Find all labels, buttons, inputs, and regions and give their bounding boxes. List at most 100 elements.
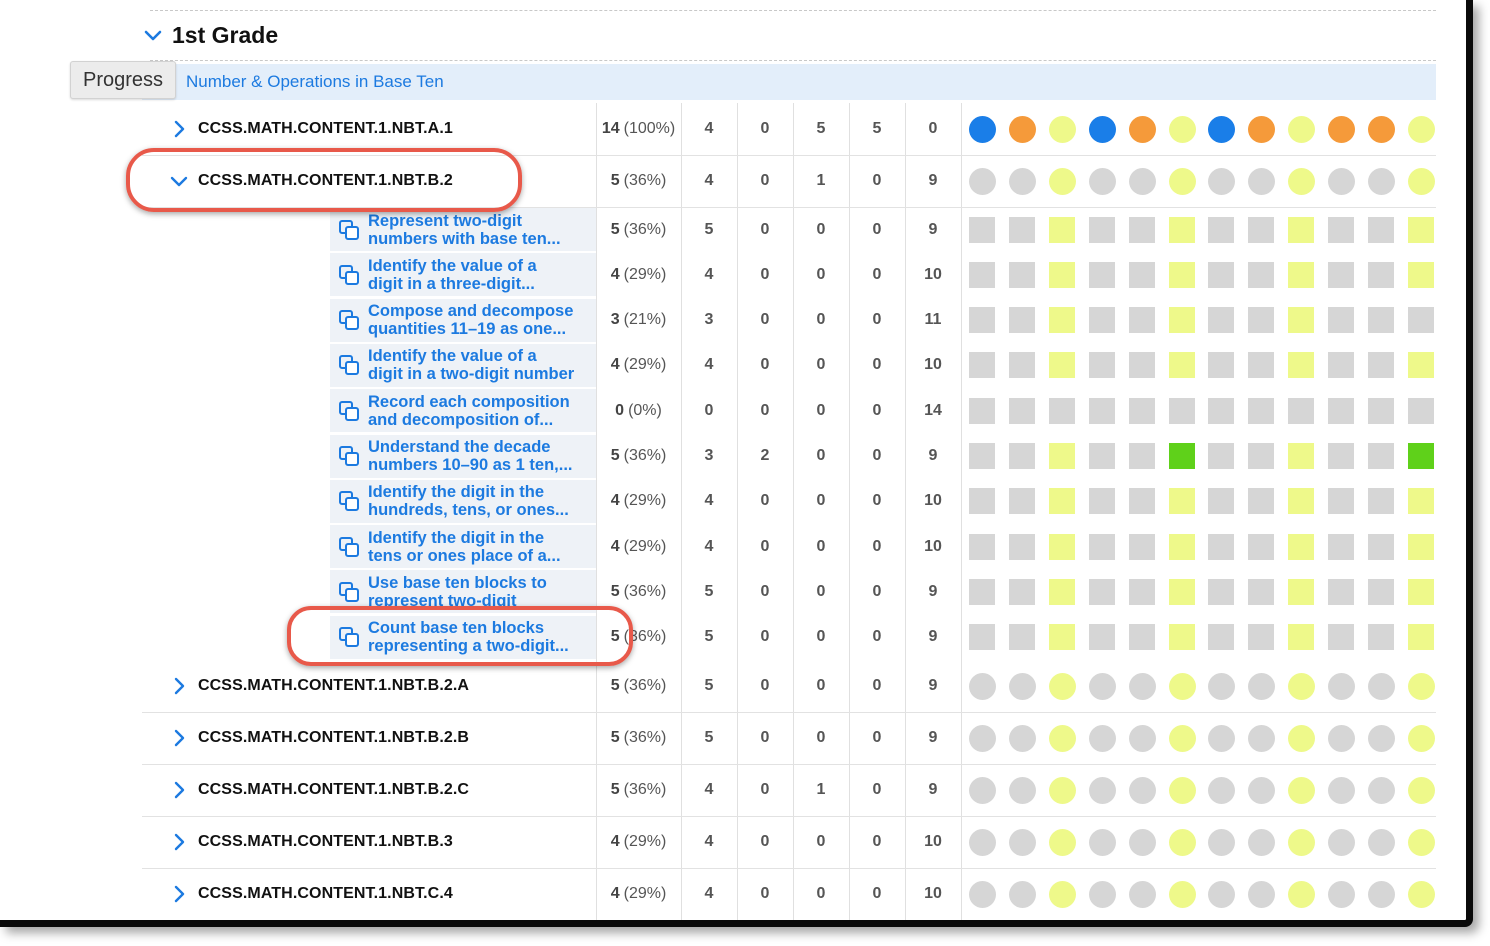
progress-square[interactable] <box>1368 307 1394 334</box>
progress-square[interactable] <box>969 397 995 424</box>
progress-square[interactable] <box>1128 578 1155 605</box>
progress-square[interactable] <box>1368 352 1394 379</box>
progress-square[interactable] <box>1368 488 1394 515</box>
progress-dot[interactable] <box>969 724 996 752</box>
progress-square[interactable] <box>1288 397 1315 424</box>
progress-square[interactable] <box>1368 443 1394 469</box>
progress-square[interactable] <box>1088 533 1115 560</box>
progress-square[interactable] <box>1407 443 1434 469</box>
progress-dot[interactable] <box>1208 880 1236 908</box>
skill-name[interactable]: Understand the decade numbers 10–90 as 1 … <box>338 434 596 479</box>
grade-header[interactable]: 1st Grade <box>142 18 278 52</box>
progress-dot[interactable] <box>1288 880 1316 908</box>
progress-square[interactable] <box>1407 216 1434 243</box>
progress-square[interactable] <box>1048 216 1075 243</box>
progress-square[interactable] <box>1008 624 1035 651</box>
progress-square[interactable] <box>1288 578 1315 605</box>
progress-dot[interactable] <box>1128 828 1156 856</box>
progress-dot[interactable] <box>1248 167 1276 195</box>
progress-square[interactable] <box>1208 216 1235 243</box>
progress-dot[interactable] <box>1208 167 1236 195</box>
progress-square[interactable] <box>1328 443 1355 469</box>
progress-square[interactable] <box>1048 443 1075 469</box>
progress-square[interactable] <box>1288 307 1315 334</box>
progress-dot[interactable] <box>1288 828 1316 856</box>
progress-square[interactable] <box>1407 533 1434 560</box>
progress-dot[interactable] <box>1407 115 1435 143</box>
progress-dot[interactable] <box>969 776 996 804</box>
progress-dot[interactable] <box>1407 880 1435 908</box>
progress-square[interactable] <box>1128 216 1155 243</box>
progress-square[interactable] <box>1407 307 1434 334</box>
progress-square[interactable] <box>1168 443 1195 469</box>
progress-dot[interactable] <box>1328 828 1356 856</box>
progress-dot[interactable] <box>1048 672 1076 700</box>
skill-row[interactable]: Represent two-digit numbers with base ten… <box>142 207 1436 252</box>
skill-name[interactable]: Compose and decompose quantities 11–19 as… <box>338 298 596 343</box>
progress-square[interactable] <box>1008 307 1035 334</box>
progress-square[interactable] <box>1248 352 1275 379</box>
chevron-down-icon[interactable] <box>142 24 164 46</box>
progress-square[interactable] <box>1407 624 1434 651</box>
progress-square[interactable] <box>1208 352 1235 379</box>
skill-row[interactable]: Compose and decompose quantities 11–19 as… <box>142 298 1436 343</box>
progress-dot[interactable] <box>1048 828 1076 856</box>
skill-link[interactable]: Identify the digit in the hundreds, tens,… <box>368 483 569 519</box>
progress-dot[interactable] <box>1368 167 1395 195</box>
progress-dot[interactable] <box>1368 115 1395 143</box>
progress-square[interactable] <box>1208 488 1235 515</box>
progress-square[interactable] <box>1368 216 1394 243</box>
progress-square[interactable] <box>969 443 995 469</box>
progress-dot[interactable] <box>1008 880 1036 908</box>
progress-square[interactable] <box>1048 488 1075 515</box>
progress-square[interactable] <box>1248 533 1275 560</box>
progress-square[interactable] <box>1168 533 1195 560</box>
skill-row[interactable]: Identify the digit in the tens or ones pl… <box>142 524 1436 569</box>
standard-name[interactable]: CCSS.MATH.CONTENT.1.NBT.B.2.C <box>170 764 469 816</box>
progress-dot[interactable] <box>1288 724 1316 752</box>
chevron-right-icon[interactable] <box>170 677 188 695</box>
progress-dot[interactable] <box>1288 167 1316 195</box>
domain-header[interactable]: Number & Operations in Base Ten <box>142 64 1436 100</box>
progress-square[interactable] <box>1248 307 1275 334</box>
progress-dot[interactable] <box>1328 167 1356 195</box>
progress-square[interactable] <box>1088 624 1115 651</box>
progress-dot[interactable] <box>1328 776 1356 804</box>
progress-dot[interactable] <box>1248 828 1276 856</box>
progress-dot[interactable] <box>969 115 996 143</box>
progress-dot[interactable] <box>1248 776 1276 804</box>
skill-link[interactable]: Identify the digit in the tens or ones pl… <box>368 529 561 565</box>
progress-dot[interactable] <box>1088 828 1116 856</box>
progress-square[interactable] <box>1128 443 1155 469</box>
progress-square[interactable] <box>1168 261 1195 288</box>
progress-dot[interactable] <box>1328 672 1356 700</box>
progress-square[interactable] <box>1008 397 1035 424</box>
progress-square[interactable] <box>1008 443 1035 469</box>
progress-square[interactable] <box>1288 216 1315 243</box>
progress-dot[interactable] <box>1128 880 1156 908</box>
standard-row[interactable]: CCSS.MATH.CONTENT.1.NBT.C.4 4 (29%) 4 0 0 0 10 <box>142 868 1436 920</box>
skill-row[interactable]: Understand the decade numbers 10–90 as 1 … <box>142 434 1436 479</box>
progress-square[interactable] <box>1088 307 1115 334</box>
standard-row[interactable]: CCSS.MATH.CONTENT.1.NBT.B.2.B 5 (36%) 5 0 0 0 9 <box>142 712 1436 764</box>
progress-square[interactable] <box>1288 443 1315 469</box>
progress-dot[interactable] <box>1088 880 1116 908</box>
progress-dot[interactable] <box>1048 167 1076 195</box>
progress-square[interactable] <box>1248 397 1275 424</box>
progress-square[interactable] <box>1048 624 1075 651</box>
progress-square[interactable] <box>1328 578 1355 605</box>
progress-square[interactable] <box>969 307 995 334</box>
standard-row[interactable]: CCSS.MATH.CONTENT.1.NBT.B.2.A 5 (36%) 5 0 0 0 9 <box>142 660 1436 712</box>
progress-square[interactable] <box>1248 578 1275 605</box>
skill-name[interactable]: Record each composition and decomposition… <box>338 388 596 433</box>
progress-dot[interactable] <box>1368 724 1395 752</box>
progress-square[interactable] <box>969 261 995 288</box>
progress-square[interactable] <box>1288 533 1315 560</box>
progress-dot[interactable] <box>1208 724 1236 752</box>
skill-name[interactable]: Identify the digit in the hundreds, tens,… <box>338 479 596 524</box>
progress-square[interactable] <box>1208 624 1235 651</box>
progress-dot[interactable] <box>1208 828 1236 856</box>
progress-dot[interactable] <box>1128 672 1156 700</box>
progress-square[interactable] <box>1008 488 1035 515</box>
progress-square[interactable] <box>1128 352 1155 379</box>
